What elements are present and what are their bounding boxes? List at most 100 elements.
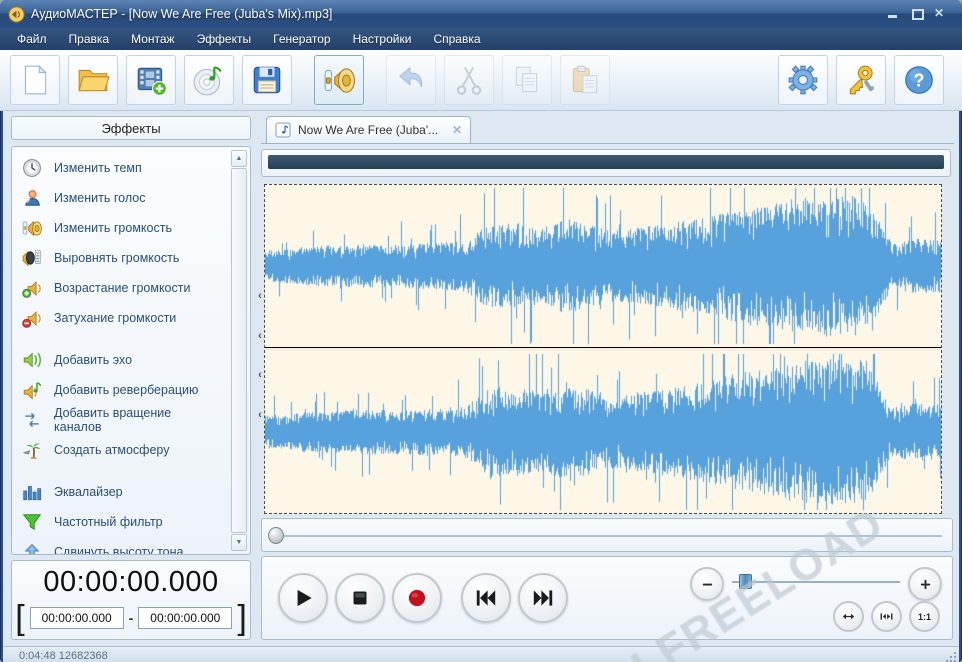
effect-label: Частотный фильтр xyxy=(54,515,163,529)
extract-audio-from-video-button[interactable] xyxy=(126,55,176,105)
effect-label: Изменить голос xyxy=(54,191,145,205)
fit-selection-button[interactable] xyxy=(871,601,902,632)
title-bar: АудиоМАСТЕР - [Now We Are Free (Juba's M… xyxy=(0,0,962,28)
play-button[interactable] xyxy=(278,573,328,623)
status-bar: 0:04:48 12682368 xyxy=(3,646,959,662)
collapse-sidebar-arrow[interactable]: ‹ xyxy=(258,410,262,421)
menu-4[interactable]: Генератор xyxy=(262,29,341,49)
scissors-icon xyxy=(452,63,486,97)
speaker-minus-icon xyxy=(22,308,42,328)
swap-channels-icon xyxy=(22,410,42,430)
open-file-button[interactable] xyxy=(68,55,118,105)
record-icon xyxy=(404,585,430,611)
collapse-sidebar-arrow[interactable]: ‹ xyxy=(258,291,262,302)
menu-3[interactable]: Эффекты xyxy=(186,29,263,49)
maximize-button[interactable] xyxy=(910,8,924,20)
effect-item-11[interactable]: Частотный фильтр xyxy=(22,507,248,537)
zoom-slider-track[interactable] xyxy=(732,581,900,583)
effect-item-3[interactable]: Выровнять громкость xyxy=(22,243,248,273)
zoom-slider-thumb[interactable] xyxy=(739,574,752,589)
menu-6[interactable]: Справка xyxy=(422,29,491,49)
scroll-down-button[interactable]: ▼ xyxy=(231,534,247,551)
selection-start-input[interactable] xyxy=(30,607,124,629)
position-slider[interactable] xyxy=(261,518,953,552)
collapse-sidebar-arrow[interactable]: ‹ xyxy=(258,331,262,342)
toolbar: ? xyxy=(0,50,962,111)
paste-button[interactable] xyxy=(560,55,610,105)
waveform-display[interactable] xyxy=(264,184,942,514)
license-key-button[interactable] xyxy=(836,55,886,105)
new-file-button[interactable] xyxy=(10,55,60,105)
scroll-up-button[interactable]: ▲ xyxy=(231,150,247,167)
undo-button[interactable] xyxy=(386,55,436,105)
workspace: Эффекты Изменить темп Изменить голос Измен… xyxy=(3,111,959,646)
echo-icon xyxy=(22,350,42,370)
zoom-in-button[interactable] xyxy=(908,567,942,601)
minimize-button[interactable] xyxy=(886,8,900,20)
overview-bar[interactable] xyxy=(268,155,944,169)
skip-start-button[interactable] xyxy=(461,573,511,623)
copy-button[interactable] xyxy=(502,55,552,105)
rip-cd-button[interactable] xyxy=(184,55,234,105)
fit-width-button[interactable] xyxy=(833,601,864,632)
tab-label: Now We Are Free (Juba'... xyxy=(298,123,446,137)
effect-item-4[interactable]: Возрастание громкости xyxy=(22,273,248,303)
pitch-up-icon xyxy=(22,542,42,555)
skip-end-button[interactable] xyxy=(518,573,568,623)
effect-label: Затухание громкости xyxy=(54,311,176,325)
selection-end-input[interactable] xyxy=(138,607,232,629)
clock-icon xyxy=(22,158,42,178)
atmosphere-icon xyxy=(22,440,42,460)
gear-icon xyxy=(786,63,820,97)
close-bracket: ] xyxy=(237,608,246,628)
effect-item-10[interactable]: Эквалайзер xyxy=(22,477,248,507)
help-button[interactable]: ? xyxy=(894,55,944,105)
effects-panel-header[interactable]: Эффекты xyxy=(11,116,251,140)
effect-item-0[interactable]: Изменить темп xyxy=(22,153,248,183)
key-icon xyxy=(844,63,878,97)
position-slider-thumb[interactable] xyxy=(268,527,284,544)
speaker-slider-icon xyxy=(322,63,356,97)
volume-tool-button[interactable] xyxy=(314,55,364,105)
effect-item-2[interactable]: Изменить громкость xyxy=(22,213,248,243)
effect-item-8[interactable]: Добавить вращение каналов xyxy=(22,405,248,435)
resize-grip[interactable] xyxy=(944,650,956,662)
scroll-thumb[interactable] xyxy=(231,168,247,533)
effect-item-6[interactable]: Добавить эхо xyxy=(22,345,248,375)
waveform-channel-1[interactable] xyxy=(265,185,941,347)
waveform-channel-2[interactable] xyxy=(265,351,941,513)
effect-item-7[interactable]: Добавить реверберацию xyxy=(22,375,248,405)
file-tab[interactable]: Now We Are Free (Juba'... ✕ xyxy=(266,116,471,143)
effect-item-1[interactable]: Изменить голос xyxy=(22,183,248,213)
effect-item-12[interactable]: Сдвинуть высоту тона xyxy=(22,537,248,555)
menu-bar: ФайлПравкаМонтажЭффектыГенераторНастройк… xyxy=(0,28,962,50)
help-icon: ? xyxy=(902,63,936,97)
menu-0[interactable]: Файл xyxy=(6,29,58,49)
open-folder-icon xyxy=(76,63,110,97)
menu-2[interactable]: Монтаж xyxy=(120,29,186,49)
speaker-plus-icon xyxy=(22,278,42,298)
effect-label: Создать атмосферу xyxy=(54,443,169,457)
ratio-1-1-button[interactable]: 1:1 xyxy=(909,601,940,632)
settings-button[interactable] xyxy=(778,55,828,105)
collapse-sidebar-arrow[interactable]: ‹ xyxy=(258,370,262,381)
svg-text:?: ? xyxy=(913,70,924,90)
effect-label: Эквалайзер xyxy=(54,485,123,499)
app-window: АудиоМАСТЕР - [Now We Are Free (Juba's M… xyxy=(0,0,962,662)
cut-button[interactable] xyxy=(444,55,494,105)
save-button[interactable] xyxy=(242,55,292,105)
paste-icon xyxy=(568,63,602,97)
zoom-out-button[interactable] xyxy=(690,567,724,601)
position-slider-track[interactable] xyxy=(272,535,942,537)
skip-end-icon xyxy=(530,585,556,611)
close-button[interactable] xyxy=(934,8,948,20)
effect-label: Изменить темп xyxy=(54,161,142,175)
effect-item-9[interactable]: Создать атмосферу xyxy=(22,435,248,465)
effect-item-5[interactable]: Затухание громкости xyxy=(22,303,248,333)
menu-1[interactable]: Правка xyxy=(58,29,121,49)
tab-close-icon[interactable]: ✕ xyxy=(452,123,462,137)
record-button[interactable] xyxy=(392,573,442,623)
undo-icon xyxy=(394,63,428,97)
stop-button[interactable] xyxy=(335,573,385,623)
menu-5[interactable]: Настройки xyxy=(342,29,423,49)
